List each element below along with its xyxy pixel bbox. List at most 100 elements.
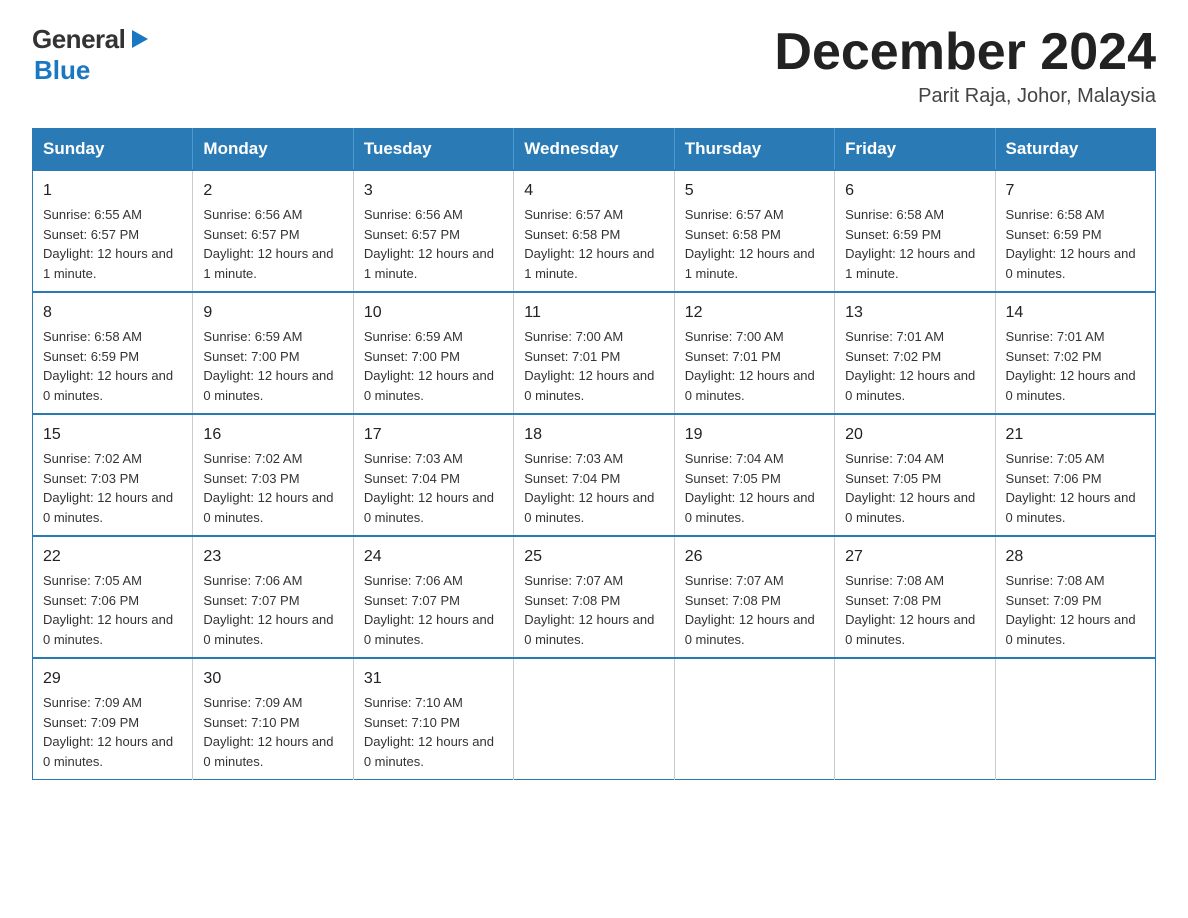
calendar-cell: 23Sunrise: 7:06 AMSunset: 7:07 PMDayligh…: [193, 536, 353, 658]
day-info: Sunrise: 7:05 AMSunset: 7:06 PMDaylight:…: [43, 571, 182, 649]
day-number: 16: [203, 423, 342, 447]
day-info: Sunrise: 7:06 AMSunset: 7:07 PMDaylight:…: [364, 571, 503, 649]
day-number: 23: [203, 545, 342, 569]
day-number: 11: [524, 301, 663, 325]
calendar-cell: 13Sunrise: 7:01 AMSunset: 7:02 PMDayligh…: [835, 292, 995, 414]
logo-text-blue: Blue: [34, 55, 90, 86]
day-info: Sunrise: 7:04 AMSunset: 7:05 PMDaylight:…: [685, 449, 824, 527]
day-info: Sunrise: 7:03 AMSunset: 7:04 PMDaylight:…: [364, 449, 503, 527]
day-info: Sunrise: 7:00 AMSunset: 7:01 PMDaylight:…: [685, 327, 824, 405]
calendar-cell: 18Sunrise: 7:03 AMSunset: 7:04 PMDayligh…: [514, 414, 674, 536]
calendar-cell: 11Sunrise: 7:00 AMSunset: 7:01 PMDayligh…: [514, 292, 674, 414]
calendar-week-2: 8Sunrise: 6:58 AMSunset: 6:59 PMDaylight…: [33, 292, 1156, 414]
day-number: 22: [43, 545, 182, 569]
calendar-cell: 1Sunrise: 6:55 AMSunset: 6:57 PMDaylight…: [33, 170, 193, 292]
day-number: 17: [364, 423, 503, 447]
calendar-cell: 15Sunrise: 7:02 AMSunset: 7:03 PMDayligh…: [33, 414, 193, 536]
day-number: 12: [685, 301, 824, 325]
header-monday: Monday: [193, 129, 353, 171]
day-number: 14: [1006, 301, 1145, 325]
logo-triangle-icon: [128, 28, 150, 50]
calendar-cell: 4Sunrise: 6:57 AMSunset: 6:58 PMDaylight…: [514, 170, 674, 292]
calendar-location: Parit Raja, Johor, Malaysia: [774, 85, 1156, 108]
page-header: General Blue December 2024 Parit Raja, J…: [32, 24, 1156, 108]
calendar-cell: 24Sunrise: 7:06 AMSunset: 7:07 PMDayligh…: [353, 536, 513, 658]
day-info: Sunrise: 7:00 AMSunset: 7:01 PMDaylight:…: [524, 327, 663, 405]
calendar-cell: 6Sunrise: 6:58 AMSunset: 6:59 PMDaylight…: [835, 170, 995, 292]
day-info: Sunrise: 6:57 AMSunset: 6:58 PMDaylight:…: [685, 205, 824, 283]
calendar-week-1: 1Sunrise: 6:55 AMSunset: 6:57 PMDaylight…: [33, 170, 1156, 292]
day-info: Sunrise: 7:07 AMSunset: 7:08 PMDaylight:…: [524, 571, 663, 649]
day-number: 10: [364, 301, 503, 325]
day-number: 4: [524, 179, 663, 203]
day-info: Sunrise: 6:55 AMSunset: 6:57 PMDaylight:…: [43, 205, 182, 283]
day-info: Sunrise: 7:02 AMSunset: 7:03 PMDaylight:…: [43, 449, 182, 527]
day-number: 8: [43, 301, 182, 325]
day-info: Sunrise: 6:59 AMSunset: 7:00 PMDaylight:…: [364, 327, 503, 405]
calendar-cell: 27Sunrise: 7:08 AMSunset: 7:08 PMDayligh…: [835, 536, 995, 658]
day-number: 21: [1006, 423, 1145, 447]
header-tuesday: Tuesday: [353, 129, 513, 171]
day-number: 31: [364, 667, 503, 691]
header-thursday: Thursday: [674, 129, 834, 171]
logo: General Blue: [32, 24, 150, 86]
day-info: Sunrise: 6:56 AMSunset: 6:57 PMDaylight:…: [203, 205, 342, 283]
day-number: 25: [524, 545, 663, 569]
day-number: 26: [685, 545, 824, 569]
day-number: 5: [685, 179, 824, 203]
day-info: Sunrise: 7:05 AMSunset: 7:06 PMDaylight:…: [1006, 449, 1145, 527]
calendar-cell: 12Sunrise: 7:00 AMSunset: 7:01 PMDayligh…: [674, 292, 834, 414]
calendar-cell: [995, 658, 1155, 780]
calendar-week-5: 29Sunrise: 7:09 AMSunset: 7:09 PMDayligh…: [33, 658, 1156, 780]
calendar-cell: 28Sunrise: 7:08 AMSunset: 7:09 PMDayligh…: [995, 536, 1155, 658]
calendar-title: December 2024: [774, 24, 1156, 81]
calendar-cell: 22Sunrise: 7:05 AMSunset: 7:06 PMDayligh…: [33, 536, 193, 658]
calendar-cell: 21Sunrise: 7:05 AMSunset: 7:06 PMDayligh…: [995, 414, 1155, 536]
day-number: 9: [203, 301, 342, 325]
calendar-cell: 7Sunrise: 6:58 AMSunset: 6:59 PMDaylight…: [995, 170, 1155, 292]
calendar-cell: 30Sunrise: 7:09 AMSunset: 7:10 PMDayligh…: [193, 658, 353, 780]
calendar-header-row: SundayMondayTuesdayWednesdayThursdayFrid…: [33, 129, 1156, 171]
calendar-week-3: 15Sunrise: 7:02 AMSunset: 7:03 PMDayligh…: [33, 414, 1156, 536]
day-info: Sunrise: 7:01 AMSunset: 7:02 PMDaylight:…: [1006, 327, 1145, 405]
calendar-cell: 19Sunrise: 7:04 AMSunset: 7:05 PMDayligh…: [674, 414, 834, 536]
calendar-cell: 31Sunrise: 7:10 AMSunset: 7:10 PMDayligh…: [353, 658, 513, 780]
calendar-cell: 16Sunrise: 7:02 AMSunset: 7:03 PMDayligh…: [193, 414, 353, 536]
calendar-cell: 5Sunrise: 6:57 AMSunset: 6:58 PMDaylight…: [674, 170, 834, 292]
day-info: Sunrise: 7:03 AMSunset: 7:04 PMDaylight:…: [524, 449, 663, 527]
day-number: 15: [43, 423, 182, 447]
header-friday: Friday: [835, 129, 995, 171]
day-info: Sunrise: 7:06 AMSunset: 7:07 PMDaylight:…: [203, 571, 342, 649]
day-info: Sunrise: 7:02 AMSunset: 7:03 PMDaylight:…: [203, 449, 342, 527]
calendar-cell: 2Sunrise: 6:56 AMSunset: 6:57 PMDaylight…: [193, 170, 353, 292]
day-number: 7: [1006, 179, 1145, 203]
day-info: Sunrise: 6:57 AMSunset: 6:58 PMDaylight:…: [524, 205, 663, 283]
calendar-cell: 29Sunrise: 7:09 AMSunset: 7:09 PMDayligh…: [33, 658, 193, 780]
calendar-cell: 14Sunrise: 7:01 AMSunset: 7:02 PMDayligh…: [995, 292, 1155, 414]
day-number: 20: [845, 423, 984, 447]
calendar-cell: 26Sunrise: 7:07 AMSunset: 7:08 PMDayligh…: [674, 536, 834, 658]
day-info: Sunrise: 7:01 AMSunset: 7:02 PMDaylight:…: [845, 327, 984, 405]
day-info: Sunrise: 7:09 AMSunset: 7:10 PMDaylight:…: [203, 693, 342, 771]
day-number: 13: [845, 301, 984, 325]
day-info: Sunrise: 7:07 AMSunset: 7:08 PMDaylight:…: [685, 571, 824, 649]
day-info: Sunrise: 7:08 AMSunset: 7:08 PMDaylight:…: [845, 571, 984, 649]
day-info: Sunrise: 7:08 AMSunset: 7:09 PMDaylight:…: [1006, 571, 1145, 649]
logo-text-general: General: [32, 24, 125, 55]
calendar-week-4: 22Sunrise: 7:05 AMSunset: 7:06 PMDayligh…: [33, 536, 1156, 658]
calendar-cell: [835, 658, 995, 780]
day-number: 1: [43, 179, 182, 203]
day-info: Sunrise: 6:58 AMSunset: 6:59 PMDaylight:…: [1006, 205, 1145, 283]
day-number: 3: [364, 179, 503, 203]
calendar-cell: 8Sunrise: 6:58 AMSunset: 6:59 PMDaylight…: [33, 292, 193, 414]
day-number: 30: [203, 667, 342, 691]
day-number: 27: [845, 545, 984, 569]
day-number: 18: [524, 423, 663, 447]
day-info: Sunrise: 6:59 AMSunset: 7:00 PMDaylight:…: [203, 327, 342, 405]
header-sunday: Sunday: [33, 129, 193, 171]
day-info: Sunrise: 6:56 AMSunset: 6:57 PMDaylight:…: [364, 205, 503, 283]
day-number: 29: [43, 667, 182, 691]
title-section: December 2024 Parit Raja, Johor, Malaysi…: [774, 24, 1156, 108]
day-number: 2: [203, 179, 342, 203]
calendar-cell: 9Sunrise: 6:59 AMSunset: 7:00 PMDaylight…: [193, 292, 353, 414]
